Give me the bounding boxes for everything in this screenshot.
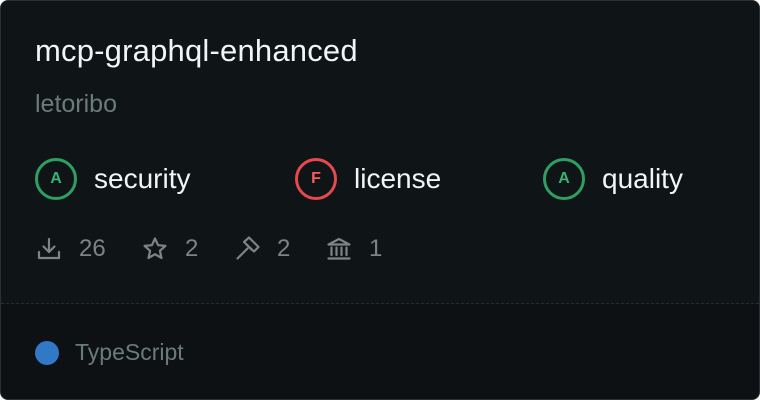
repo-owner[interactable]: letoribo	[35, 90, 117, 119]
card-footer: TypeScript	[1, 304, 759, 399]
language-name: TypeScript	[75, 339, 184, 365]
security-grade: A security	[35, 155, 190, 203]
institutions-count: 1	[369, 235, 383, 262]
downloads-stat: 26	[35, 232, 106, 266]
downloads-count: 26	[79, 235, 106, 262]
tools-stat: 2	[233, 232, 290, 266]
license-grade-badge: F	[295, 158, 337, 200]
language-color-dot	[35, 340, 59, 365]
hammer-icon	[233, 235, 261, 263]
license-grade: F license	[295, 155, 441, 203]
institutions-stat: 1	[325, 232, 382, 266]
license-grade-label: license	[354, 163, 442, 194]
security-grade-badge: A	[35, 158, 77, 200]
security-grade-label: security	[94, 163, 191, 194]
quality-grade: A quality	[543, 155, 683, 203]
stars-stat: 2	[141, 232, 198, 266]
download-icon	[35, 235, 63, 263]
repo-card[interactable]: mcp-graphql-enhanced letoribo A security…	[0, 0, 760, 400]
star-icon	[141, 235, 169, 263]
quality-grade-badge: A	[543, 158, 585, 200]
tools-count: 2	[277, 235, 291, 262]
stars-count: 2	[185, 235, 199, 262]
repo-name[interactable]: mcp-graphql-enhanced	[35, 33, 358, 69]
quality-grade-label: quality	[602, 163, 683, 194]
bank-icon	[325, 235, 353, 263]
language-tag: TypeScript	[35, 339, 184, 366]
